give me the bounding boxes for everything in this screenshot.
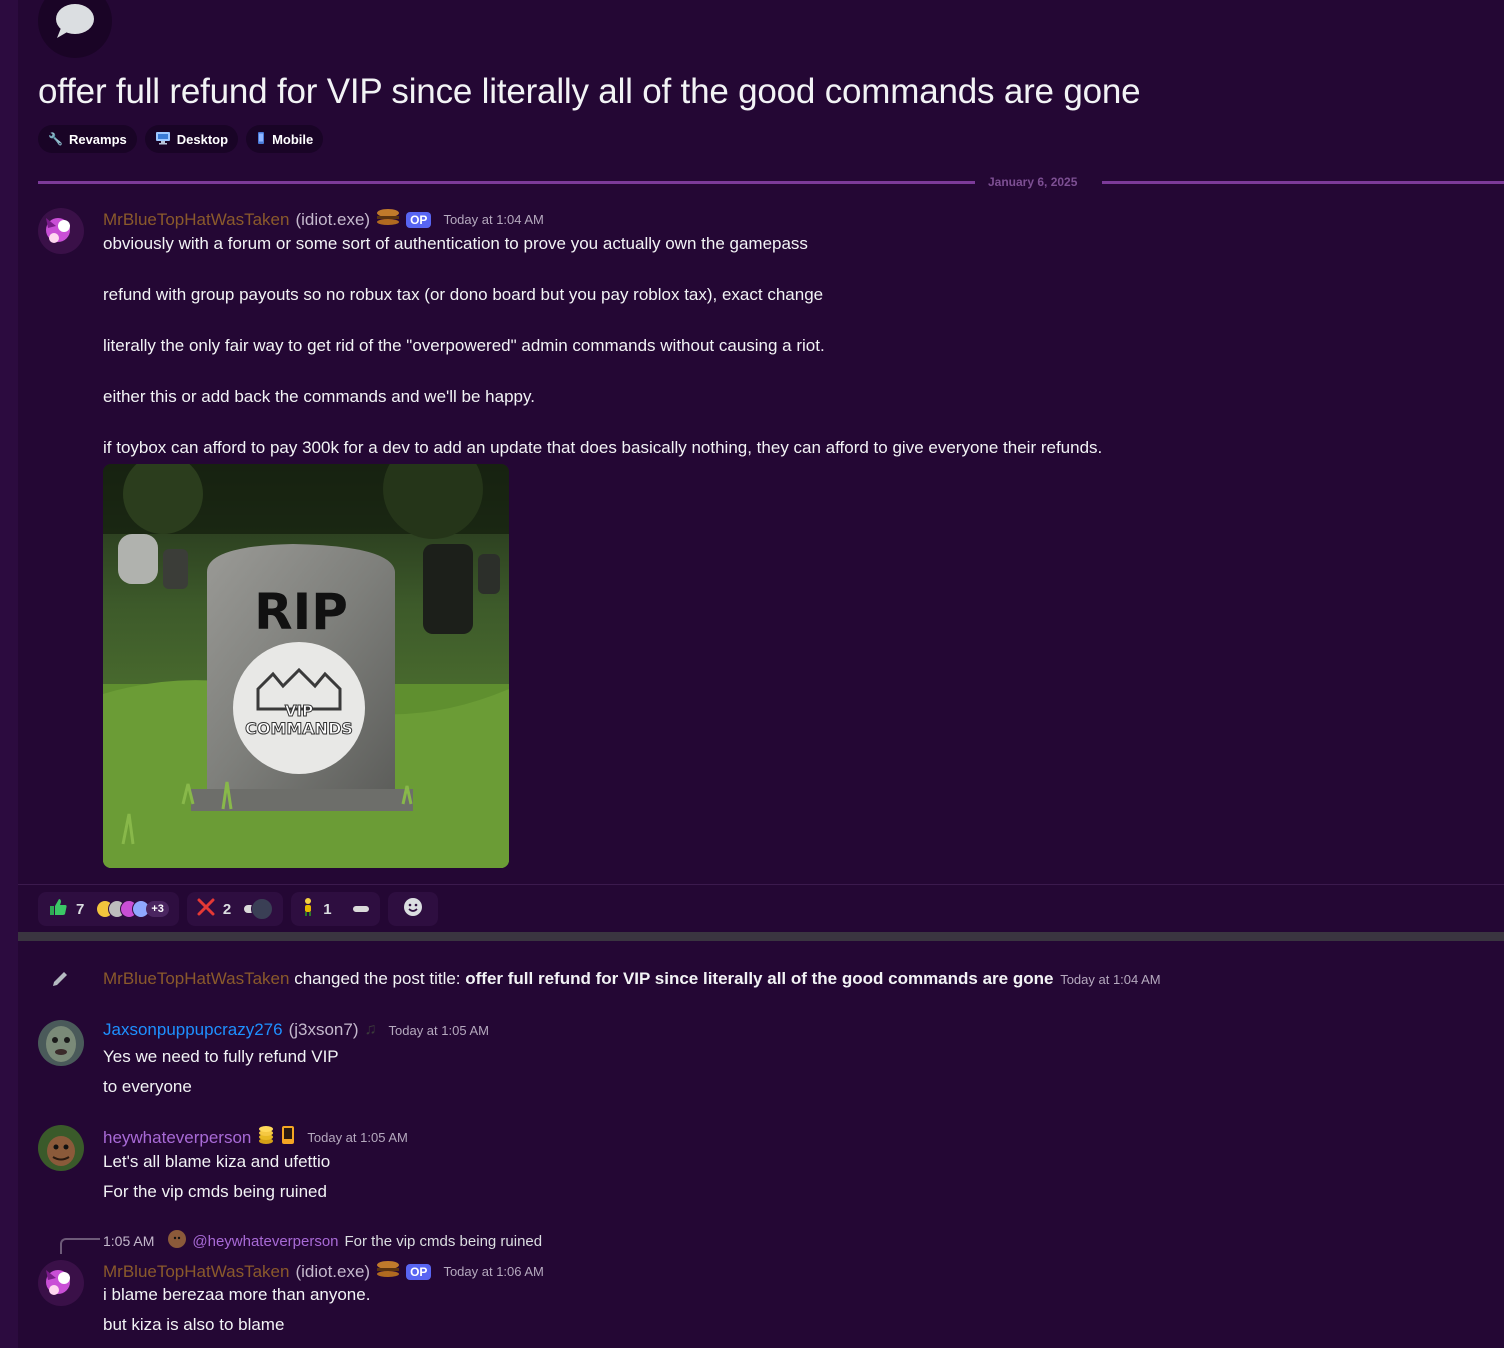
mobile-icon [256,131,266,148]
reply-time: 1:05 AM [103,1233,155,1249]
timestamp[interactable]: Today at 1:05 AM [307,1130,407,1145]
timestamp[interactable]: Today at 1:06 AM [443,1264,543,1279]
figure-icon [301,897,315,921]
burger-icon [376,1260,400,1283]
reply-mention[interactable]: @heywhateverperson [192,1233,338,1250]
op-badge: OP [406,1263,432,1280]
message-line: literally the only fair way to get rid o… [103,336,825,355]
timestamp[interactable]: Today at 1:04 AM [1060,972,1160,987]
left-rail [0,0,18,1348]
divider-line-right [1102,181,1504,184]
avatar[interactable] [38,1260,84,1306]
message-line: to everyone [103,1077,192,1096]
tag-revamps[interactable]: 🔧 Revamps [38,125,137,153]
reaction-figure[interactable]: 1 [291,892,380,926]
user-alias: (idiot.exe) [295,209,371,229]
tag-label: Revamps [68,131,127,147]
separator [18,884,1504,885]
message-line: For the vip cmds being ruined [103,1182,327,1201]
forum-thread: offer full refund for VIP since literall… [18,0,1504,1348]
reaction-count: 2 [222,900,232,918]
desktop-icon [155,131,171,148]
message-line: if toybox can afford to pay 300k for a d… [103,438,1103,457]
message-header: Jaxsonpuppupcrazy276 (j3xson7) ♫ Today a… [103,1020,489,1040]
coins-icon [257,1125,275,1150]
timestamp[interactable]: Today at 1:05 AM [389,1023,489,1038]
rip-text: RIP [254,583,348,641]
new-title: offer full refund for VIP since literall… [465,969,1054,988]
add-reaction-icon [403,897,423,921]
username[interactable]: MrBlueTopHatWasTaken [103,969,289,988]
thread-start-divider [18,932,1504,941]
message-line: obviously with a forum or some sort of a… [103,234,808,253]
avatar[interactable] [38,1020,84,1066]
thread-bubble-icon [38,0,112,58]
message-line: refund with group payouts so no robux ta… [103,285,824,304]
divider-line-left [38,181,975,184]
username[interactable]: MrBlueTopHatWasTaken [103,210,289,230]
divider-date: January 6, 2025 [988,175,1078,189]
message-header: heywhateverperson Today at 1:05 AM [103,1125,408,1150]
message-line: Let's all blame kiza and ufettio [103,1152,331,1171]
avatar[interactable] [38,1125,84,1171]
reply-reference[interactable]: 1:05 AM @heywhateverperson For the vip c… [103,1230,542,1252]
emblem-commands-text: COMMANDS [245,719,353,738]
reactor-avatars [243,898,274,920]
tag-label: Mobile [272,131,314,147]
reply-connector [60,1238,100,1254]
phone-icon [281,1125,295,1150]
reply-text: For the vip cmds being ruined [344,1232,543,1250]
reactor-avatar [351,905,370,913]
username[interactable]: MrBlueTopHatWasTaken [103,1262,289,1282]
timestamp[interactable]: Today at 1:04 AM [443,212,543,227]
system-message-title-change: MrBlueTopHatWasTaken changed the post ti… [18,965,1504,993]
wrench-icon: 🔧 [48,132,63,146]
reactor-avatars: +3 [96,900,169,918]
reaction-bar: 7 +3 2 1 [38,892,438,926]
system-line: MrBlueTopHatWasTaken changed the post ti… [103,969,1161,989]
message-line: Yes we need to fully refund VIP [103,1047,339,1066]
tag-mobile[interactable]: Mobile [246,125,324,153]
tag-label: Desktop [176,131,229,147]
thread-tags: 🔧 Revamps Desktop Mobile [38,125,324,153]
thumbs-up-icon [48,897,68,921]
reaction-thumbs-up[interactable]: 7 +3 [38,892,179,926]
avatar[interactable] [38,208,84,254]
more-reactors: +3 [146,901,169,917]
emblem-vip-text: VIP [285,702,313,720]
music-note-icon: ♫ [364,1021,377,1038]
reply-avatar [168,1230,187,1252]
reaction-count: 7 [76,900,85,918]
system-action: changed the post title: [294,969,461,988]
burger-icon [376,208,400,231]
username[interactable]: Jaxsonpuppupcrazy276 [103,1020,283,1040]
user-alias: (idiot.exe) [295,1261,371,1281]
message-line: either this or add back the commands and… [103,387,535,406]
message-line: i blame berezaa more than anyone. [103,1285,371,1304]
pencil-icon [50,969,70,994]
op-badge: OP [406,211,432,228]
user-alias: (j3xson7) [288,1020,359,1039]
add-reaction-button[interactable] [387,892,438,926]
message-header: MrBlueTopHatWasTaken (idiot.exe) OP Toda… [103,208,544,231]
cross-mark-icon [197,898,215,920]
date-divider: January 6, 2025 [38,174,1504,192]
reaction-count: 1 [323,900,332,918]
message-line: but kiza is also to blame [103,1315,285,1334]
reaction-cross[interactable]: 2 [186,892,284,926]
reactor-avatar [251,898,274,920]
tag-desktop[interactable]: Desktop [144,125,239,153]
image-attachment[interactable]: RIP VIP COMMANDS [103,464,509,868]
thread-title: offer full refund for VIP since literall… [38,72,1141,111]
message-header: MrBlueTopHatWasTaken (idiot.exe) OP Toda… [103,1260,544,1283]
username[interactable]: heywhateverperson [103,1128,251,1148]
